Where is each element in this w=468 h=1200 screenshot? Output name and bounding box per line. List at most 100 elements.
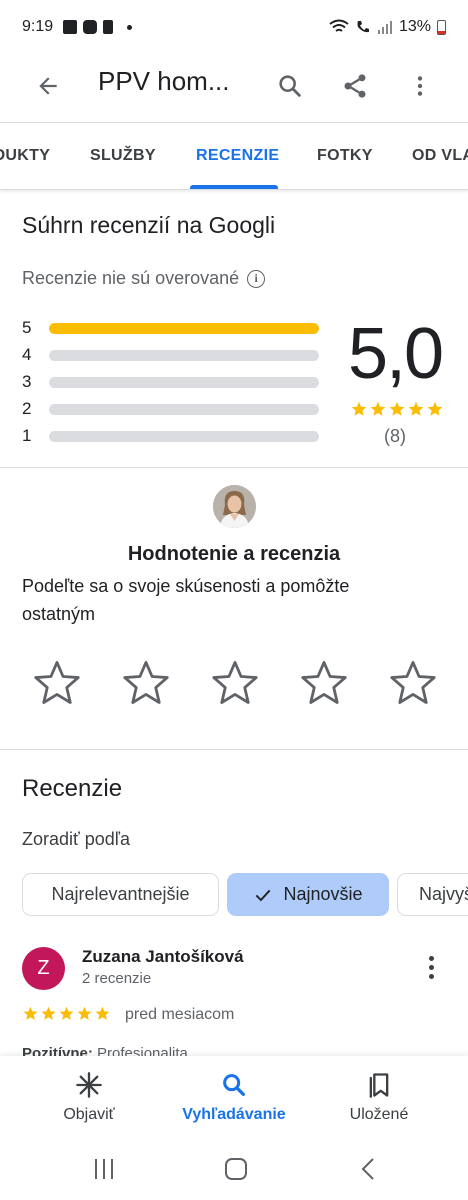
recent-apps-button[interactable] [84,1154,124,1184]
star-filled-icon [389,401,405,416]
chip-label: Najnovšie [283,884,363,904]
gallery-icon [63,20,78,34]
system-navigation [0,1138,468,1200]
rating-bar [49,376,319,388]
star-outline-icon [301,661,347,704]
arrow-back-icon [39,77,57,95]
bottom-navigation: Objaviť Vyhľadávanie Uložené [0,1056,468,1138]
star-filled-icon [59,1006,74,1020]
more-vert-icon [417,76,423,96]
rating-row-label: 5 [22,318,32,337]
reviewer-review-count: 2 recenzie [82,970,152,987]
star-filled-icon [408,401,424,416]
star-filled-icon [23,1006,38,1020]
rate-title: Hodnotenie a recenzia [127,543,341,565]
nav-label: Objaviť [63,1106,115,1123]
info-icon[interactable]: i [247,269,266,288]
wifi-icon [329,19,349,32]
unverified-text: Recenzie nie sú overované [22,268,240,288]
rating-row-3: 3 [22,372,322,392]
summary-title: Súhrn recenzií na Googli [22,212,276,238]
notification-icons [63,20,133,34]
tab-bar: PRODUKTY SLUŽBY RECENZIE FOTKY OD VLASTN… [0,122,468,190]
rate-description: Podeľte sa o svoje skúsenosti a pomôžte … [22,576,350,624]
divider [0,749,468,750]
sort-chip-newest[interactable]: Najnovšie [227,873,389,916]
sort-chip-highest[interactable]: Najvyššie [397,873,468,916]
search-icon [279,75,301,97]
star-outline-icon [123,661,169,704]
rating-bar [49,403,319,415]
sort-chips: Najrelevantnejšie Najnovšie Najvyššie [22,873,468,917]
sort-label: Zoradiť podľa [22,829,131,849]
nav-label: Uložené [349,1106,409,1123]
rating-row-label: 1 [22,426,32,445]
rate-star-2[interactable] [119,656,173,710]
tab-sluzby[interactable]: SLUŽBY [90,147,156,165]
rating-row-4: 4 [22,345,322,365]
more-notifications-icon [127,24,133,30]
app-bar: PPV hom... [0,54,468,114]
review-time: pred mesiacom [125,1006,235,1023]
home-icon [225,1158,247,1180]
tab-fotky[interactable]: FOTKY [317,147,373,165]
instagram-icon [83,20,98,34]
active-tab-indicator [190,185,278,189]
star-filled-icon [77,1006,92,1020]
reviews-title: Recenzie [22,775,123,802]
rate-star-4[interactable] [297,656,351,710]
rate-star-1[interactable] [30,656,84,710]
more-vert-icon [428,955,434,961]
chevron-left-icon [361,1158,374,1180]
home-button[interactable] [216,1154,256,1184]
tab-produkty[interactable]: PRODUKTY [0,147,50,165]
star-outline-icon [212,661,258,704]
tab-recenzie[interactable]: RECENZIE [196,147,279,165]
call-icon [357,21,369,33]
chip-label: Najrelevantnejšie [51,884,190,904]
tab-od-vlastnika[interactable]: OD VLASTNÍKA [412,147,468,165]
average-score: 5,0 [348,314,444,394]
search-icon [219,1070,249,1100]
review-stars [22,1005,111,1022]
alert-icon [103,20,114,34]
review-more-button[interactable] [418,952,444,982]
more-options-button[interactable] [400,66,440,106]
check-icon [256,889,271,901]
rate-star-picker [30,656,440,710]
user-avatar [213,485,256,528]
star-outline-icon [390,661,436,704]
rating-bar [49,349,319,361]
star-filled-icon [41,1006,56,1020]
page-title: PPV hom... [98,66,230,96]
rating-row-2: 2 [22,399,322,419]
status-right: 13% [329,18,446,36]
rate-star-3[interactable] [208,656,262,710]
back-button[interactable] [30,68,66,104]
asterisk-icon [74,1070,104,1100]
unverified-notice[interactable]: Recenzie nie sú overované i [22,268,266,289]
rating-bar-fill [49,322,319,334]
nav-search[interactable]: Vyhľadávanie [169,1070,299,1124]
system-back-button[interactable] [348,1154,388,1184]
star-filled-icon [370,401,386,416]
nav-saved[interactable]: Uložené [314,1070,444,1124]
share-button[interactable] [335,66,375,106]
average-stars [350,400,444,418]
status-time: 9:19 [22,18,54,35]
sort-chip-relevant[interactable]: Najrelevantnejšie [22,873,219,916]
divider [0,467,468,468]
nav-label: Vyhľadávanie [182,1106,286,1123]
share-icon [344,74,366,98]
search-button[interactable] [270,66,310,106]
battery-percent: 13% [398,18,431,35]
reviewer-avatar[interactable]: Z [22,947,65,990]
rating-row-label: 3 [22,372,32,391]
status-bar: 9:19 13% [0,0,468,54]
star-filled-icon [427,401,443,416]
rate-star-5[interactable] [386,656,440,710]
nav-explore[interactable]: Objaviť [24,1070,154,1124]
reviewer-name[interactable]: Zuzana Jantošíková [82,947,244,967]
star-outline-icon [34,661,80,704]
rating-bar [49,430,319,442]
